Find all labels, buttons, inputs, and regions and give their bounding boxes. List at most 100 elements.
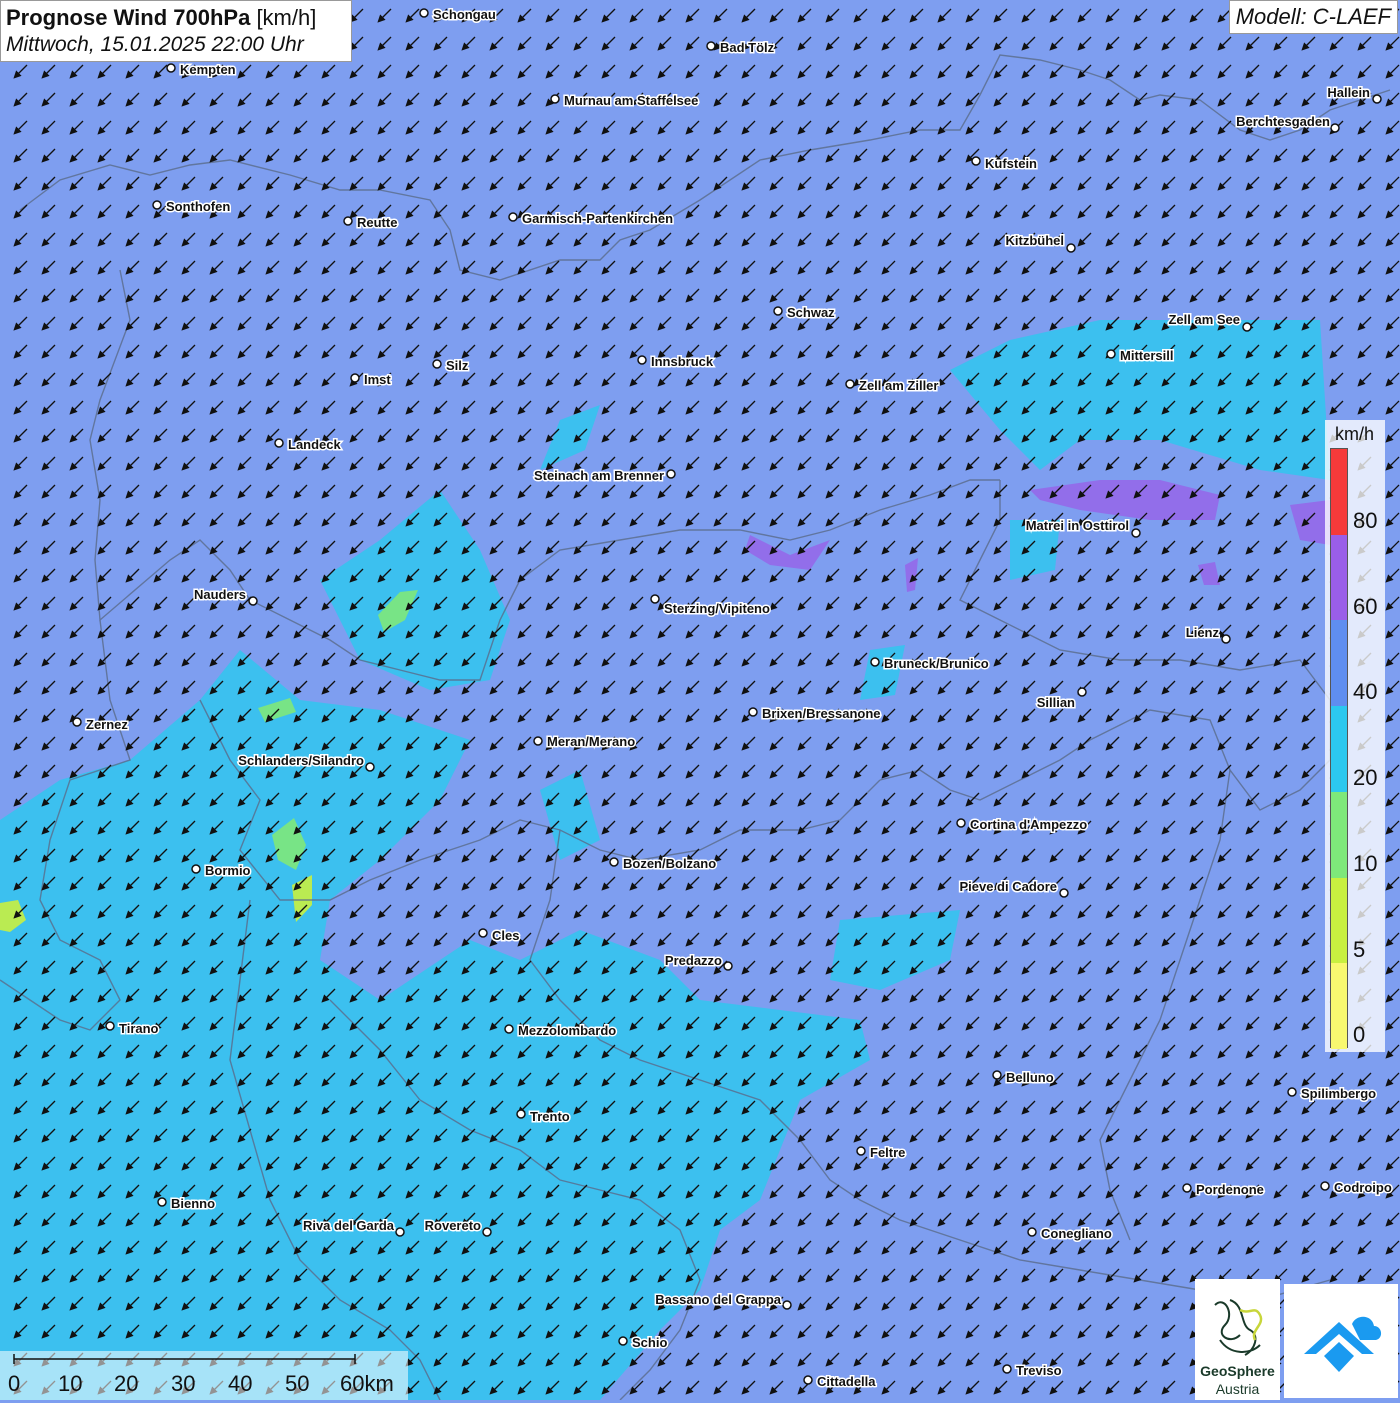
place-dot-icon <box>432 359 442 369</box>
legend-label: 60 <box>1353 593 1378 619</box>
place-dot-icon <box>533 736 543 746</box>
scalebar-tick-label: 30 <box>171 1371 196 1396</box>
place-dot-icon <box>365 762 375 772</box>
place-dot-icon <box>803 1375 813 1385</box>
place-label: Sterzing/Vipiteno <box>664 601 770 616</box>
place-dot-icon <box>166 63 176 73</box>
place-dot-icon <box>1372 94 1382 104</box>
place-label: Kitzbühel <box>1006 233 1065 248</box>
place-dot-icon <box>482 1227 492 1237</box>
place-label: Pieve di Cadore <box>959 879 1057 894</box>
place-label: Matrei in Osttirol <box>1026 518 1129 533</box>
place-label: Meran/Merano <box>547 734 635 749</box>
place-dot-icon <box>550 94 560 104</box>
legend-color-bar <box>1330 448 1348 1049</box>
legend-swatch <box>1331 877 1347 964</box>
legend-swatch <box>1331 963 1347 1049</box>
place-marker: Brixen/BressanoneBrixen/Bressanone <box>748 705 882 723</box>
wind-forecast-map: SchongauSchongauBad TölzBad TölzKemptenK… <box>0 0 1400 1400</box>
legend-label: 80 <box>1353 508 1378 533</box>
legend-label: 20 <box>1353 765 1378 791</box>
place-label: Cittadella <box>817 1374 876 1389</box>
place-dot-icon <box>419 8 429 18</box>
place-dot-icon <box>350 373 360 383</box>
place-label: Trento <box>530 1109 570 1124</box>
place-marker: Cortina d'AmpezzoCortina d'Ampezzo <box>956 816 1089 834</box>
place-label: Bad Tölz <box>720 40 775 55</box>
place-label: Steinach am Brenner <box>534 468 664 483</box>
map-title-box: Prognose Wind 700hPa [km/h] Mittwoch, 15… <box>0 0 352 62</box>
place-label: Kempten <box>180 62 236 77</box>
place-dot-icon <box>343 216 353 226</box>
place-label: Pordenone <box>1196 1182 1264 1197</box>
place-label: Rovereto <box>425 1218 481 1233</box>
place-label: Treviso <box>1016 1363 1062 1378</box>
place-marker: Murnau am StaffelseeMurnau am Staffelsee <box>550 92 700 110</box>
legend-swatch <box>1331 534 1347 621</box>
place-dot-icon <box>152 200 162 210</box>
place-label: Mezzolombardo <box>518 1023 616 1038</box>
place-label: Schio <box>632 1335 667 1350</box>
place-marker: Meran/MeranoMeran/Merano <box>533 733 637 751</box>
place-label: Sillian <box>1037 695 1075 710</box>
scalebar-tick-label: 20 <box>114 1371 139 1396</box>
map-title: Prognose Wind 700hPa [km/h] <box>6 4 346 32</box>
place-marker: PordenonePordenone <box>1182 1181 1265 1199</box>
place-label: Bozen/Bolzano <box>623 856 716 871</box>
place-dot-icon <box>72 717 82 727</box>
scalebar-tick-label: 0 <box>8 1371 21 1396</box>
place-label: Cortina d'Ampezzo <box>970 817 1087 832</box>
map-title-text: Prognose Wind 700hPa <box>6 5 251 30</box>
place-dot-icon <box>1242 322 1252 332</box>
scalebar-tick-label: 10 <box>58 1371 83 1396</box>
scalebar-tick-label: 40 <box>228 1371 253 1396</box>
place-label: Bruneck/Brunico <box>884 656 989 671</box>
place-label: Bormio <box>205 863 251 878</box>
place-dot-icon <box>773 306 783 316</box>
place-label: Kufstein <box>985 156 1037 171</box>
app-logo <box>1284 1284 1398 1398</box>
place-dot-icon <box>1066 243 1076 253</box>
place-dot-icon <box>1002 1364 1012 1374</box>
place-dot-icon <box>248 596 258 606</box>
place-label: Garmisch-Partenkirchen <box>522 211 673 226</box>
place-dot-icon <box>1320 1181 1330 1191</box>
place-dot-icon <box>274 438 284 448</box>
place-label: Reutte <box>357 215 397 230</box>
legend-swatch <box>1331 791 1347 878</box>
legend-swatch <box>1331 706 1347 792</box>
place-marker: ConeglianoConegliano <box>1027 1225 1113 1243</box>
place-label: Nauders <box>194 587 246 602</box>
place-marker: Bozen/BolzanoBozen/Bolzano <box>609 855 718 873</box>
place-dot-icon <box>1059 888 1069 898</box>
place-dot-icon <box>478 928 488 938</box>
place-label: Spilimbergo <box>1301 1086 1376 1101</box>
place-label: Bienno <box>171 1196 215 1211</box>
place-dot-icon <box>618 1336 628 1346</box>
place-label: Riva del Garda <box>303 1218 395 1233</box>
place-dot-icon <box>870 657 880 667</box>
place-label: Silz <box>446 358 469 373</box>
place-dot-icon <box>105 1021 115 1031</box>
place-dot-icon <box>1221 634 1231 644</box>
place-dot-icon <box>516 1109 526 1119</box>
place-label: Mittersill <box>1120 348 1173 363</box>
place-dot-icon <box>723 961 733 971</box>
cloud-house-icon <box>1304 1316 1382 1372</box>
place-label: Berchtesgaden <box>1236 114 1330 129</box>
place-label: Conegliano <box>1041 1226 1112 1241</box>
place-dot-icon <box>395 1227 405 1237</box>
legend-label: 5 <box>1353 936 1366 962</box>
color-legend: km/h 80 60 40 20 10 5 0 <box>1325 420 1385 1052</box>
place-dot-icon <box>609 857 619 867</box>
place-label: Imst <box>364 372 391 387</box>
place-marker: Bruneck/BrunicoBruneck/Brunico <box>870 655 990 673</box>
place-label: Schwaz <box>787 305 835 320</box>
place-dot-icon <box>637 355 647 365</box>
place-dot-icon <box>508 212 518 222</box>
legend-swatch <box>1331 449 1347 535</box>
place-dot-icon <box>706 41 716 51</box>
legend-label: 0 <box>1353 1022 1366 1048</box>
place-marker: SpilimbergoSpilimbergo <box>1287 1085 1378 1103</box>
place-dot-icon <box>650 594 660 604</box>
